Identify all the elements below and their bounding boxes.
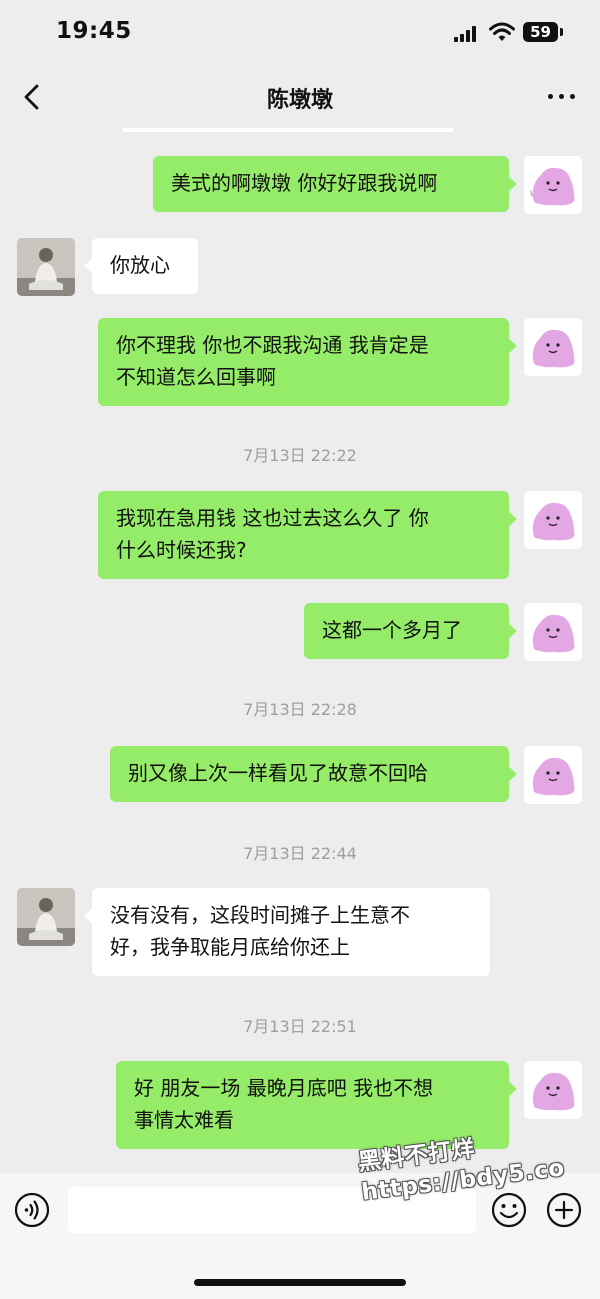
blob-avatar-icon — [530, 167, 575, 206]
emoji-icon — [491, 1192, 527, 1228]
message-timestamp: 7月13日 22:22 — [243, 446, 357, 465]
friend-avatar[interactable] — [17, 888, 75, 946]
input-bar — [0, 1173, 600, 1299]
battery-cap — [560, 28, 563, 36]
outgoing-message[interactable]: 我现在急用钱 这也过去这么久了 你 什么时候还我? — [98, 491, 517, 579]
person-photo-icon — [17, 888, 75, 946]
outgoing-message[interactable]: 美式的啊墩墩 你好好跟我说啊 — [153, 156, 517, 212]
battery-icon: 59 — [523, 22, 558, 42]
outgoing-message[interactable]: 别又像上次一样看见了故意不回哈 — [110, 746, 517, 802]
outgoing-message[interactable]: 你不理我 你也不跟我沟通 我肯定是 不知道怎么回事啊 — [98, 318, 517, 406]
message-timestamp: 7月13日 22:44 — [243, 844, 357, 863]
blob-avatar-icon — [532, 329, 575, 368]
blob-avatar-icon — [532, 502, 575, 541]
wifi-icon — [489, 22, 515, 41]
self-avatar[interactable] — [524, 491, 582, 549]
blob-avatar-icon — [532, 614, 575, 653]
chat-title: 陈墩墩 — [266, 88, 333, 113]
incoming-message[interactable]: 你放心 — [84, 238, 198, 294]
blob-avatar-icon — [532, 757, 575, 796]
incoming-message[interactable]: 没有没有，这段时间摊子上生意不 好，我争取能月底给你还上 — [84, 888, 490, 976]
friend-avatar[interactable] — [17, 238, 75, 296]
signal-icon — [454, 26, 478, 42]
person-photo-icon — [17, 238, 75, 296]
self-avatar[interactable] — [524, 1061, 582, 1119]
status-time: 19:45 — [56, 18, 132, 44]
voice-icon — [14, 1192, 50, 1228]
emoji-button[interactable] — [491, 1192, 527, 1228]
previous-message-remnant — [122, 128, 454, 132]
outgoing-message[interactable]: 这都一个多月了 — [304, 603, 517, 659]
self-avatar[interactable] — [524, 746, 582, 804]
status-bar: 19:45 59 — [0, 0, 600, 66]
blob-avatar-icon — [532, 1072, 575, 1111]
plus-icon — [546, 1192, 582, 1228]
message-timestamp: 7月13日 22:51 — [243, 1017, 357, 1036]
voice-button[interactable] — [14, 1192, 50, 1228]
nav-bar: 陈墩墩 — [0, 66, 600, 128]
self-avatar[interactable] — [524, 603, 582, 661]
message-timestamp: 7月13日 22:28 — [243, 700, 357, 719]
more-functions-button[interactable] — [546, 1192, 582, 1228]
self-avatar[interactable] — [524, 156, 582, 214]
self-avatar[interactable] — [524, 318, 582, 376]
home-indicator — [194, 1279, 406, 1286]
more-button[interactable] — [542, 84, 582, 108]
chat-messages[interactable]: 美式的啊墩墩 你好好跟我说啊 你放心 你不理我 你也不跟我沟通 我肯定是 不知道… — [0, 128, 600, 1173]
